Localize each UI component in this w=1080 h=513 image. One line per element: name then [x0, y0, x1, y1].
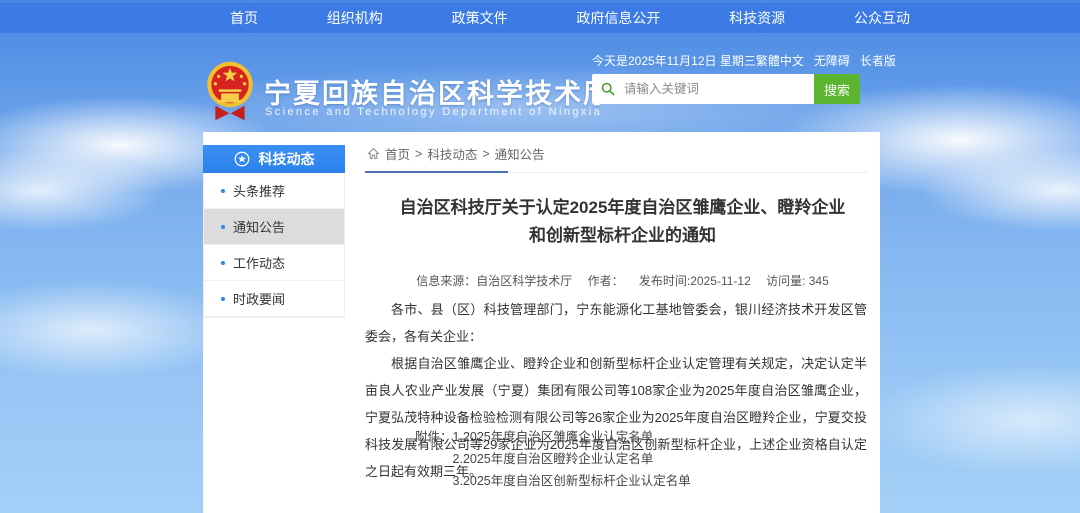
sidebar-title: 科技动态	[259, 149, 315, 169]
meta-publish-time: 发布时间:2025-11-12	[639, 274, 751, 288]
sidebar-item-notices[interactable]: 通知公告	[204, 209, 344, 245]
bullet-dot-icon	[221, 225, 225, 229]
search-button[interactable]: 搜索	[814, 74, 860, 104]
sidebar-item-label: 通知公告	[233, 217, 285, 236]
breadcrumb-notices[interactable]: 通知公告	[495, 144, 545, 163]
today-date-text: 今天是2025年11月12日 星期三	[592, 52, 756, 69]
breadcrumb: 首页 > 科技动态 > 通知公告	[367, 144, 545, 163]
traditional-chinese-link[interactable]: 繁體中文	[756, 52, 804, 69]
breadcrumb-separator: >	[415, 147, 422, 161]
home-icon	[367, 147, 380, 160]
sidebar-item-current-affairs[interactable]: 时政要闻	[204, 281, 344, 317]
sidebar-item-label: 时政要闻	[233, 289, 285, 308]
bullet-dot-icon	[221, 261, 225, 265]
article-paragraph: 各市、县（区）科技管理部门，宁东能源化工基地管委会，银川经济技术开发区管委会，各…	[365, 296, 867, 350]
nav-item-interaction[interactable]: 公众互动	[854, 8, 910, 28]
bullet-dot-icon	[221, 297, 225, 301]
main-content-panel: 科技动态 头条推荐 通知公告 工作动态 时政要闻	[203, 132, 880, 513]
search-icon	[601, 82, 615, 96]
article-title: 自治区科技厅关于认定2025年度自治区雏鹰企业、瞪羚企业 和创新型标杆企业的通知	[365, 194, 880, 250]
attachments-label: 附件：	[415, 426, 453, 492]
breadcrumb-tech-news[interactable]: 科技动态	[427, 144, 477, 163]
breadcrumb-home[interactable]: 首页	[385, 144, 410, 163]
accessibility-link[interactable]: 无障碍	[814, 52, 850, 69]
attachment-link-2[interactable]: 2.2025年度自治区瞪羚企业认定名单	[453, 448, 691, 470]
attachment-link-3[interactable]: 3.2025年度自治区创新型标杆企业认定名单	[453, 470, 691, 492]
nav-item-gov-info[interactable]: 政府信息公开	[576, 8, 660, 28]
nav-item-organization[interactable]: 组织机构	[327, 8, 383, 28]
attachment-link-1[interactable]: 1.2025年度自治区雏鹰企业认定名单	[453, 426, 691, 448]
search-bar: 搜索	[592, 74, 860, 104]
sidebar-item-label: 工作动态	[233, 253, 285, 272]
meta-author: 作者：	[588, 274, 624, 288]
breadcrumb-separator: >	[482, 147, 489, 161]
site-subtitle: Science and Technology Department of Nin…	[265, 106, 602, 118]
meta-views: 访问量: 345	[766, 274, 829, 288]
nav-item-resources[interactable]: 科技资源	[729, 8, 785, 28]
meta-source: 信息来源：自治区科学技术厅	[416, 274, 572, 288]
sidebar-item-label: 头条推荐	[233, 181, 285, 200]
article-title-line2: 和创新型标杆企业的通知	[365, 222, 880, 250]
sidebar-item-work-trends[interactable]: 工作动态	[204, 245, 344, 281]
attachments-block: 附件： 1.2025年度自治区雏鹰企业认定名单 2.2025年度自治区瞪羚企业认…	[415, 426, 691, 492]
article-title-line1: 自治区科技厅关于认定2025年度自治区雏鹰企业、瞪羚企业	[365, 194, 880, 222]
nav-item-policy[interactable]: 政策文件	[452, 8, 508, 28]
nav-item-home[interactable]: 首页	[230, 8, 258, 28]
sidebar-item-headlines[interactable]: 头条推荐	[204, 173, 344, 209]
national-emblem-logo	[204, 60, 256, 122]
elderly-version-link[interactable]: 长者版	[860, 52, 896, 69]
star-circle-icon	[234, 151, 250, 167]
top-navigation: 首页 组织机构 政策文件 政府信息公开 科技资源 公众互动	[0, 3, 1080, 33]
search-input[interactable]	[622, 81, 814, 97]
article-meta: 信息来源：自治区科学技术厅 作者： 发布时间:2025-11-12 访问量: 3…	[365, 272, 880, 289]
bullet-dot-icon	[221, 189, 225, 193]
sidebar: 科技动态 头条推荐 通知公告 工作动态 时政要闻	[203, 145, 345, 318]
breadcrumb-divider	[365, 172, 867, 173]
sidebar-header: 科技动态	[203, 145, 345, 173]
